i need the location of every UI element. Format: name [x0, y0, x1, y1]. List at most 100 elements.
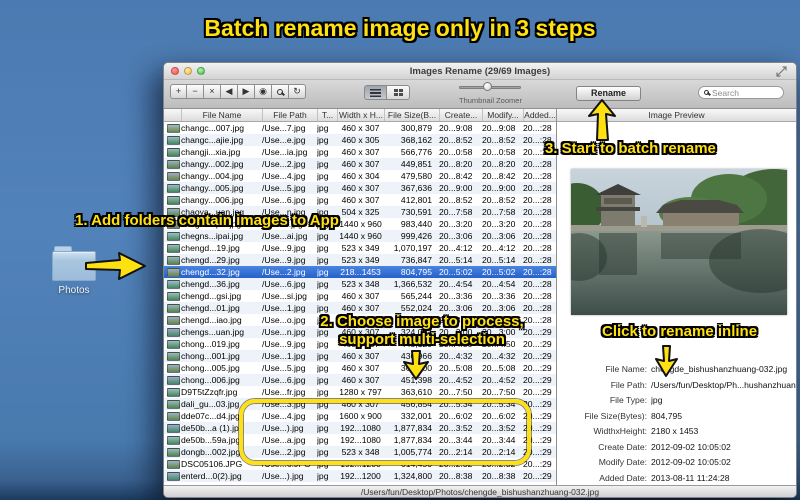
slider-knob-icon[interactable] [483, 82, 492, 91]
file-thumbnail-icon [167, 423, 180, 433]
column-header[interactable]: File Path [262, 109, 317, 121]
file-thumbnail-icon [167, 447, 180, 457]
minimize-window-button[interactable] [184, 67, 192, 75]
arrow-down-icon [655, 345, 678, 377]
file-thumbnail-icon [167, 435, 180, 445]
file-thumbnail-icon [167, 183, 180, 193]
file-thumbnail-icon [167, 315, 180, 325]
metadata-field[interactable]: File Size(Bytes): 804,795 [557, 411, 796, 427]
annotation-step2: 2. Choose image to process, support mult… [320, 313, 524, 348]
close-window-button[interactable] [171, 67, 179, 75]
column-header[interactable]: Modify... [482, 109, 523, 121]
file-thumbnail-icon [167, 471, 180, 481]
column-header[interactable]: File Name [181, 109, 262, 121]
file-thumbnail-icon [167, 375, 180, 385]
table-row[interactable]: D9T5tZzqfr.jpg /Use...fr.jpg jpg 1280 x … [164, 386, 556, 398]
selected-file-path: /Users/fun/Desktop/Photos/chengde_bishus… [360, 487, 600, 497]
metadata-fields: File Name: chengde_bishushanzhuang-032.j… [557, 364, 796, 488]
table-row[interactable]: changy...005.jpg /Use...5.jpg jpg 460 x … [164, 182, 556, 194]
file-thumbnail-icon [167, 135, 180, 145]
preview-body: File Name: chengde_bishushanzhuang-032.j… [557, 122, 796, 485]
grid-icon [393, 88, 403, 97]
file-thumbnail-icon [167, 255, 180, 265]
column-header[interactable]: T... [317, 109, 337, 121]
file-thumbnail-icon [167, 459, 180, 469]
table-row[interactable]: chegns...ipai.jpg /Use...ai.jpg jpg 1440… [164, 230, 556, 242]
previous-button[interactable]: ◀ [221, 84, 238, 99]
toolbar: + − × ◀ ▶ ◉ ↻ Thumbnail Zoomer Rename Search [164, 80, 796, 109]
file-thumbnail-icon [167, 399, 180, 409]
column-header[interactable]: Added... [523, 109, 556, 121]
table-row[interactable]: chong...006.jpg /Use...6.jpg jpg 460 x 3… [164, 374, 556, 386]
expand-icon[interactable] [776, 66, 787, 77]
metadata-field[interactable]: Create Date: 2012-09-02 10:05:02 [557, 442, 796, 458]
table-row[interactable]: changy...002.jpg /Use...2.jpg jpg 460 x … [164, 158, 556, 170]
metadata-field[interactable]: File Type: jpg [557, 395, 796, 411]
zoom-window-button[interactable] [197, 67, 205, 75]
file-thumbnail-icon [167, 123, 180, 133]
list-icon [370, 88, 381, 97]
column-header[interactable]: Width x H... [337, 109, 384, 121]
file-thumbnail-icon [167, 351, 180, 361]
table-row[interactable]: chengd...19.jpg /Use...9.jpg jpg 523 x 3… [164, 242, 556, 254]
thumbnail-zoomer: Thumbnail Zoomer [459, 82, 522, 105]
table-row[interactable]: chengd...29.jpg /Use...9.jpg jpg 523 x 3… [164, 254, 556, 266]
file-thumbnail-icon [167, 147, 180, 157]
preview-pane: Image Preview File Name: chengde_bishush… [557, 109, 796, 485]
delete-button[interactable]: × [204, 84, 221, 99]
file-thumbnail-icon [167, 327, 180, 337]
preview-photo [571, 169, 787, 315]
file-thumbnail-icon [167, 303, 180, 313]
view-toggle [364, 85, 410, 100]
metadata-field[interactable]: WidthxHeight: 2180 x 1453 [557, 426, 796, 442]
annotation-inline: Click to rename inline [602, 323, 758, 340]
file-thumbnail-icon [167, 279, 180, 289]
arrow-right-icon [85, 252, 146, 280]
table-row[interactable]: changy...004.jpg /Use...4.jpg jpg 460 x … [164, 170, 556, 182]
add-button[interactable]: + [170, 84, 187, 99]
file-thumbnail-icon [167, 243, 180, 253]
table-row[interactable]: changy...006.jpg /Use...6.jpg jpg 460 x … [164, 194, 556, 206]
window-title: Images Rename (29/69 Images) [409, 65, 551, 77]
magnifier-icon [277, 89, 283, 95]
metadata-field[interactable]: Added Date: 2013-08-11 11:24:28 [557, 473, 796, 489]
file-thumbnail-icon [167, 291, 180, 301]
search-icon [704, 90, 709, 95]
table-row[interactable]: chong...001.jpg /Use...1.jpg jpg 460 x 3… [164, 350, 556, 362]
icon-column-header[interactable] [164, 109, 181, 121]
grid-view-button[interactable] [387, 85, 410, 100]
file-thumbnail-icon [167, 267, 180, 277]
search-input[interactable]: Search [698, 86, 784, 99]
file-thumbnail-icon [167, 195, 180, 205]
multi-selection-highlight [239, 399, 531, 465]
table-row[interactable]: chong...005.jpg /Use...5.jpg jpg 460 x 3… [164, 362, 556, 374]
column-header[interactable]: Create... [439, 109, 482, 121]
table-row[interactable]: chengd...36.jpg /Use...6.jpg jpg 523 x 3… [164, 278, 556, 290]
file-thumbnail-icon [167, 363, 180, 373]
refresh-button[interactable]: ↻ [289, 84, 306, 99]
titlebar[interactable]: Images Rename (29/69 Images) [164, 63, 796, 80]
annotation-title: Batch rename image only in 3 steps [204, 15, 596, 41]
column-header[interactable]: File Size(B... [384, 109, 439, 121]
metadata-field[interactable]: File Path: /Users/fun/Desktop/Ph...husha… [557, 380, 796, 396]
file-thumbnail-icon [167, 339, 180, 349]
arrow-down-icon [403, 350, 429, 380]
remove-button[interactable]: − [187, 84, 204, 99]
table-row[interactable]: enterd...0(2).jpg /Use...).jpg jpg 192..… [164, 470, 556, 482]
file-thumbnail-icon [167, 171, 180, 181]
arrow-up-icon [588, 99, 616, 141]
table-row[interactable]: chengd...gsi.jpg /Use...si.jpg jpg 460 x… [164, 290, 556, 302]
list-view-button[interactable] [364, 85, 387, 100]
toolbar-button-group: + − × ◀ ▶ ◉ ↻ [170, 84, 306, 99]
table-row[interactable]: chengd...32.jpg /Use...2.jpg jpg 218...1… [164, 266, 556, 278]
file-thumbnail-icon [167, 387, 180, 397]
table-row[interactable]: changc...007.jpg /Use...7.jpg jpg 460 x … [164, 122, 556, 134]
table-header: File Name File Path T... Width x H... File S… [164, 109, 556, 122]
metadata-field[interactable]: Modify Date: 2012-09-02 10:05:02 [557, 457, 796, 473]
search-button[interactable] [272, 84, 289, 99]
table-row[interactable]: changc...ajie.jpg /Use...e.jpg jpg 460 x… [164, 134, 556, 146]
table-row[interactable]: changji...xia.jpg /Use...ia.jpg jpg 460 … [164, 146, 556, 158]
annotation-step3: 3. Start to batch rename [545, 140, 716, 157]
next-button[interactable]: ▶ [238, 84, 255, 99]
preview-button[interactable]: ◉ [255, 84, 272, 99]
